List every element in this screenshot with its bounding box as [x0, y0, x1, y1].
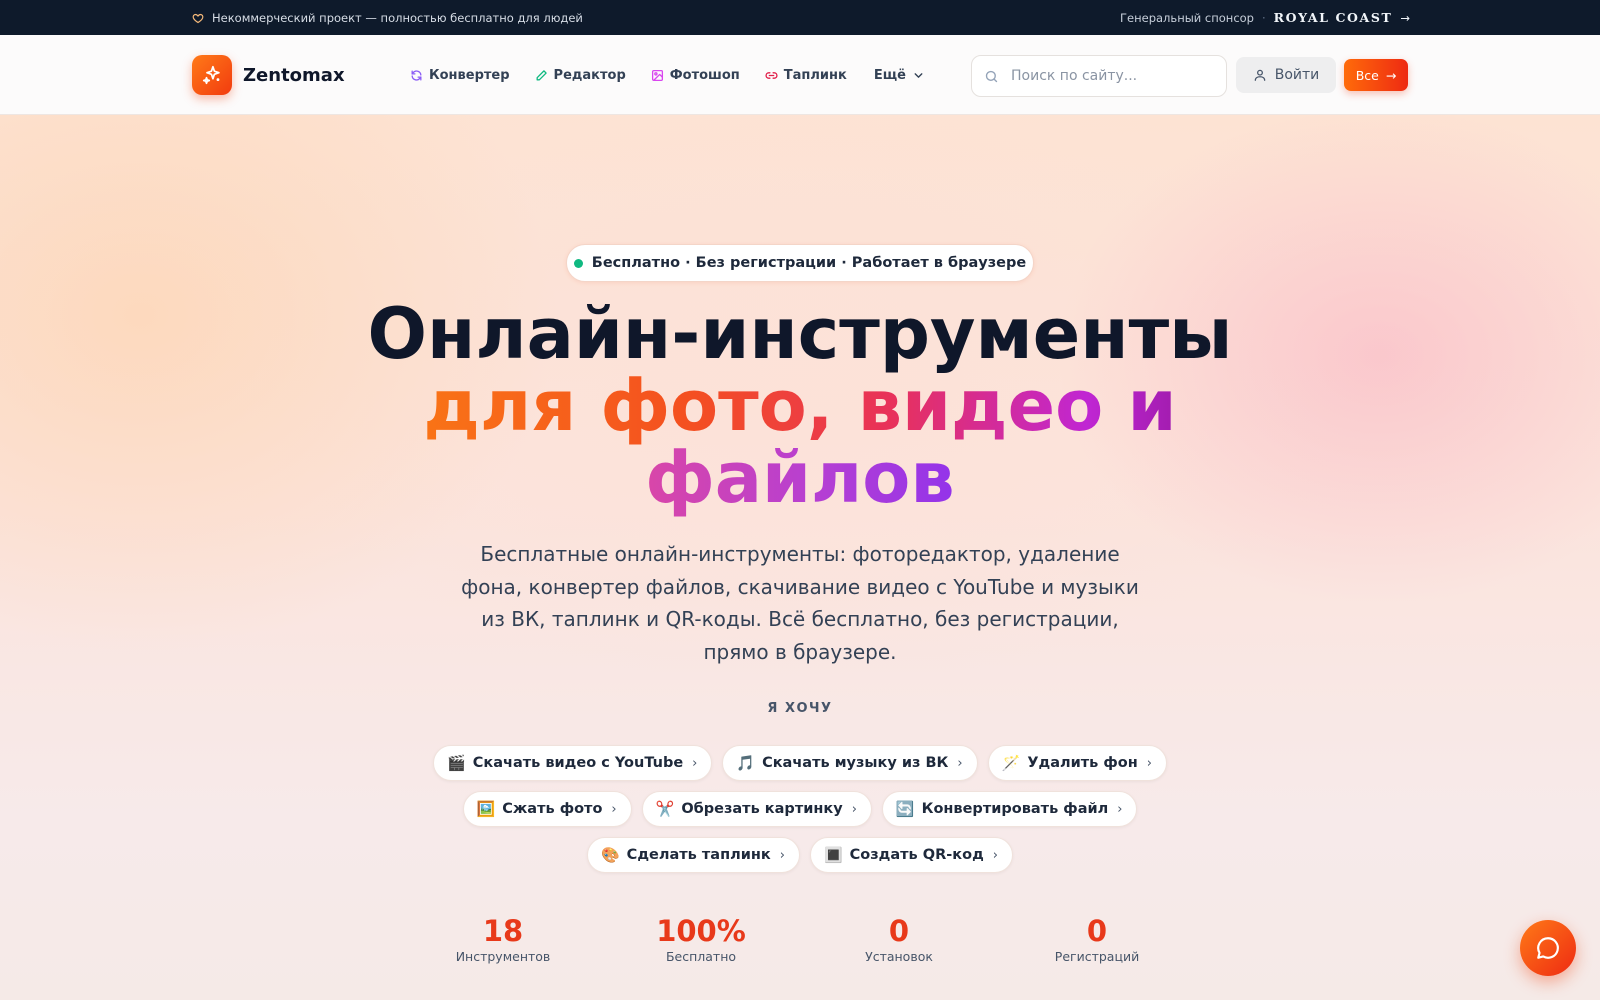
music-note-icon: 🎵: [736, 754, 756, 772]
chip-convert-file[interactable]: 🔄 Конвертировать файл ›: [881, 791, 1138, 827]
stat-value: 0: [888, 914, 910, 948]
chip-label: Удалить фон: [1027, 755, 1138, 771]
stat-free: 100% Бесплатно: [621, 914, 781, 964]
hero-title-line3: файлов: [300, 442, 1300, 514]
sparkles-icon: [192, 55, 232, 95]
chip-remove-background[interactable]: 🪄 Удалить фон ›: [987, 745, 1167, 781]
stat-value: 0: [1086, 914, 1108, 948]
main-nav: Конвертер Редактор Фотошоп Таплинк Ещё: [410, 35, 925, 115]
nav-more-dropdown[interactable]: Ещё: [874, 68, 925, 83]
refresh-icon: [411, 69, 422, 81]
hero-title-line2-text: для фото, видео и: [423, 365, 1177, 447]
nav-photoshop-label: Фотошоп: [669, 67, 740, 83]
arrow-right-icon: →: [1400, 10, 1410, 25]
nonprofit-notice: Некоммерческий проект — полностью беспла…: [192, 11, 583, 25]
login-button[interactable]: Войти: [1236, 57, 1336, 93]
search-input[interactable]: [1011, 68, 1211, 84]
palette-icon: 🎨: [600, 846, 620, 864]
stat-label: Инструментов: [455, 949, 551, 964]
nav-converter[interactable]: Конвертер: [410, 68, 510, 83]
site-search[interactable]: [971, 55, 1227, 97]
chevron-right-icon: ›: [1117, 801, 1123, 817]
chip-label: Сделать таплинк: [626, 847, 771, 863]
stat-installs: 0 Установок: [819, 914, 979, 964]
chip-download-vk-music[interactable]: 🎵 Скачать музыку из ВК ›: [722, 745, 978, 781]
nav-photoshop[interactable]: Фотошоп: [651, 68, 740, 83]
status-dot-icon: [573, 258, 583, 268]
nav-taplink-label: Таплинк: [783, 67, 847, 83]
stat-label: Установок: [865, 949, 933, 964]
all-tools-button[interactable]: Все →: [1344, 59, 1408, 91]
chip-make-taplink[interactable]: 🎨 Сделать таплинк ›: [586, 837, 800, 873]
chip-crop-image[interactable]: ✂️ Обрезать картинку ›: [641, 791, 872, 827]
convert-arrows-icon: 🔄: [895, 800, 915, 818]
chip-label: Скачать видео с YouTube: [472, 755, 684, 771]
features-badge: Бесплатно · Без регистрации · Работает в…: [566, 244, 1034, 282]
top-announcement-bar: Некоммерческий проект — полностью беспла…: [0, 0, 1600, 35]
site-header: Zentomax Конвертер Редактор Фотошоп Тапл…: [0, 35, 1600, 115]
nav-taplink[interactable]: Таплинк: [765, 68, 847, 83]
link-icon: [765, 71, 778, 79]
chip-create-qr[interactable]: 🔳 Создать QR-код ›: [809, 837, 1013, 873]
stat-value: 18: [482, 914, 524, 948]
clapperboard-icon: 🎬: [447, 754, 466, 772]
nonprofit-notice-text: Некоммерческий проект — полностью беспла…: [212, 10, 583, 25]
magic-wand-icon: 🪄: [1001, 754, 1021, 772]
hero-subtitle: Бесплатные онлайн-инструменты: фоторедак…: [461, 542, 1139, 664]
user-icon: [1254, 69, 1266, 81]
chip-compress-photo[interactable]: 🖼️ Сжать фото ›: [462, 791, 632, 827]
stat-tools: 18 Инструментов: [423, 914, 583, 964]
scissors-icon: ✂️: [655, 800, 675, 818]
stat-value: 100%: [656, 914, 746, 948]
image-icon: [651, 69, 663, 81]
chat-support-button[interactable]: [1520, 920, 1576, 976]
chip-label: Сжать фото: [502, 801, 603, 817]
qr-square-icon: 🔳: [823, 846, 843, 864]
all-tools-label: Все: [1355, 67, 1379, 83]
separator-dot: ·: [1261, 10, 1266, 25]
features-badge-text: Бесплатно · Без регистрации · Работает в…: [591, 255, 1027, 271]
nav-converter-label: Конвертер: [429, 67, 510, 83]
nav-more-label: Ещё: [873, 67, 906, 83]
chevron-right-icon: ›: [611, 801, 617, 817]
heart-icon: [192, 13, 204, 23]
chevron-right-icon: ›: [851, 801, 857, 817]
stat-label: Регистраций: [1054, 949, 1140, 964]
chip-label: Создать QR-код: [849, 847, 984, 863]
nav-editor[interactable]: Редактор: [535, 68, 626, 83]
sponsor-name[interactable]: ROYAL COAST: [1274, 10, 1393, 25]
pencil-icon: [536, 69, 547, 80]
stat-label: Бесплатно: [665, 949, 737, 964]
search-icon: [985, 70, 998, 82]
quick-actions-row-2: 🖼️ Сжать фото › ✂️ Обрезать картинку › 🔄…: [0, 791, 1600, 827]
chip-label: Обрезать картинку: [681, 801, 843, 817]
quick-actions-row-1: 🎬 Скачать видео с YouTube › 🎵 Скачать му…: [0, 745, 1600, 781]
chevron-right-icon: ›: [1146, 755, 1152, 771]
logo-link[interactable]: Zentomax: [192, 55, 345, 95]
chevron-right-icon: ›: [692, 755, 698, 771]
chevron-right-icon: ›: [992, 847, 998, 863]
arrow-right-icon: →: [1385, 67, 1397, 83]
hero-title-line2: для фото, видео и: [300, 370, 1300, 442]
chevron-down-icon: [914, 72, 923, 78]
chevron-right-icon: ›: [957, 755, 963, 771]
quick-actions-row-3: 🎨 Сделать таплинк › 🔳 Создать QR-код ›: [0, 837, 1600, 873]
hero-title-line3-text: файлов: [645, 437, 955, 519]
login-label: Войти: [1274, 67, 1320, 83]
chevron-right-icon: ›: [779, 847, 785, 863]
nav-editor-label: Редактор: [553, 67, 626, 83]
hero-title-line1: Онлайн-инструменты: [367, 293, 1233, 375]
chip-download-youtube[interactable]: 🎬 Скачать видео с YouTube ›: [433, 745, 713, 781]
sponsor-link[interactable]: Генеральный спонсор · ROYAL COAST →: [1120, 10, 1410, 25]
stat-registrations: 0 Регистраций: [1017, 914, 1177, 964]
picture-icon: 🖼️: [476, 800, 496, 818]
chat-bubble-icon: [1537, 937, 1559, 959]
hero-section: Бесплатно · Без регистрации · Работает в…: [0, 115, 1600, 1000]
sponsor-label: Генеральный спонсор: [1120, 10, 1254, 25]
chip-label: Скачать музыку из ВК: [762, 755, 949, 771]
i-want-label: Я ХОЧУ: [767, 701, 833, 716]
logo-text: Zentomax: [243, 64, 345, 86]
chip-label: Конвертировать файл: [921, 801, 1109, 817]
